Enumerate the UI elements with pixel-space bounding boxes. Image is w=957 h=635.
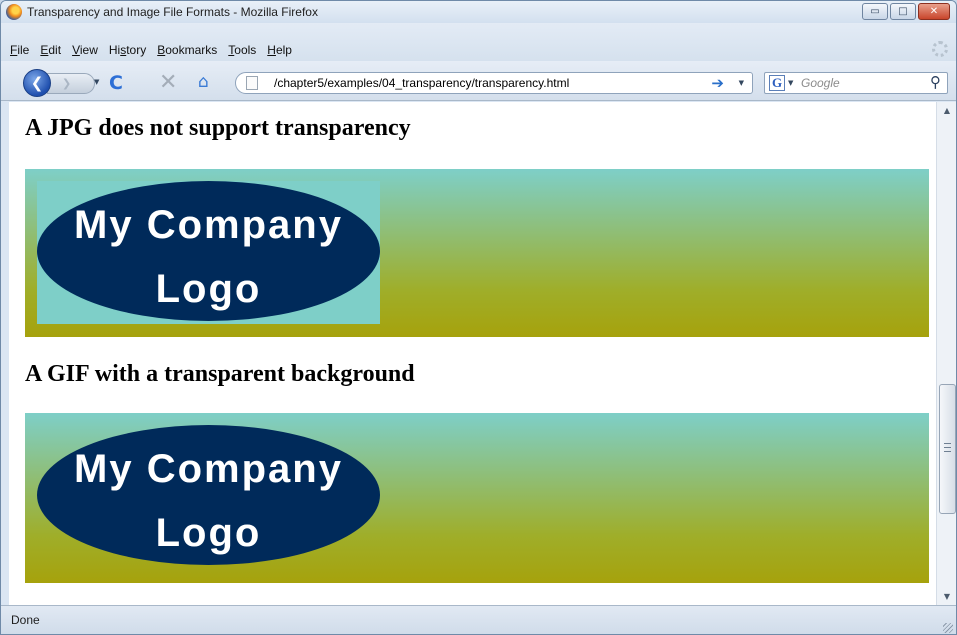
forward-button[interactable]: ❯ [47,73,95,94]
go-arrow-icon[interactable]: ➔ [711,74,724,92]
gif-logo-image: My Company Logo [37,425,380,568]
gradient-background-jpg: My Company Logo [25,169,929,337]
menu-help[interactable]: Help [262,41,298,61]
logo-line2: Logo [155,267,262,311]
scroll-thumb[interactable] [939,384,956,514]
logo-line1: My Company [74,203,343,247]
search-input[interactable]: Google [801,76,840,90]
google-icon[interactable]: G [769,75,785,91]
home-icon[interactable]: ⌂ [198,72,209,92]
menu-view[interactable]: View [67,41,104,61]
back-button[interactable]: ❮ [23,69,51,97]
url-input[interactable]: /chapter5/examples/04_transparency/trans… [274,76,569,90]
resize-grip-icon[interactable] [943,623,953,633]
title-bar: Transparency and Image File Formats - Mo… [1,1,956,23]
firefox-icon [6,4,22,20]
grip-icon [944,443,951,452]
maximize-button[interactable]: □ [890,3,916,20]
browser-window: Transparency and Image File Formats - Mo… [0,0,957,635]
close-button[interactable]: ✕ [918,3,950,20]
heading-jpg: A JPG does not support transparency [25,115,411,141]
forward-arrow-icon: ❯ [62,77,72,90]
url-dropdown-icon[interactable]: ▼ [739,79,744,87]
menu-file[interactable]: File [5,41,35,61]
status-text: Done [11,613,40,627]
search-icon[interactable]: ⚲ [930,73,941,91]
window-controls: ▭ □ ✕ [862,3,950,20]
gradient-background-gif: My Company Logo [25,413,929,583]
navigation-toolbar: ❯ ❮ ▼ C ✕ ⌂ /chapter5/examples/04_transp… [1,61,956,101]
stop-icon[interactable]: ✕ [159,70,177,95]
menu-history[interactable]: History [104,41,152,61]
menu-bookmarks[interactable]: Bookmarks [152,41,223,61]
scroll-down-icon[interactable]: ▼ [937,588,956,605]
reload-icon[interactable]: C [109,72,123,94]
url-bar[interactable]: /chapter5/examples/04_transparency/trans… [235,72,753,94]
scroll-up-icon[interactable]: ▲ [937,102,956,119]
search-bar[interactable]: G ▼ Google ⚲ [764,72,948,94]
menu-bar: File Edit View History Bookmarks Tools H… [1,41,956,61]
search-engine-dropdown-icon[interactable]: ▼ [788,79,793,87]
history-dropdown-icon[interactable]: ▼ [94,78,99,86]
logo-line1: My Company [74,447,343,491]
page-content: A JPG does not support transparency My C… [9,102,936,605]
heading-gif: A GIF with a transparent background [25,361,415,387]
minimize-button[interactable]: ▭ [862,3,888,20]
page-icon [246,76,258,90]
window-title: Transparency and Image File Formats - Mo… [27,5,318,19]
throbber-icon [932,41,948,57]
jpg-logo-image: My Company Logo [37,181,380,324]
menu-tools[interactable]: Tools [223,41,262,61]
back-arrow-icon: ❮ [30,74,44,92]
vertical-scrollbar[interactable]: ▲ ▼ [936,102,956,605]
menu-edit[interactable]: Edit [35,41,67,61]
status-bar: Done [1,605,956,634]
logo-line2: Logo [155,511,262,555]
